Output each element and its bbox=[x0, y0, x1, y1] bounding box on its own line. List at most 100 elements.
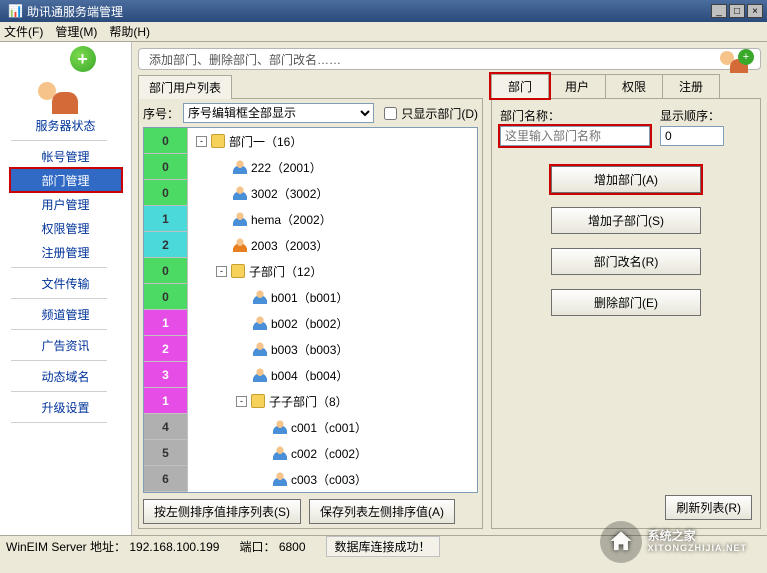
order-cell[interactable]: 1 bbox=[144, 310, 187, 336]
sidebar-item-8[interactable]: 广告资讯 bbox=[11, 334, 121, 356]
tree-node-label: b003（b003） bbox=[271, 341, 348, 358]
tab-reg[interactable]: 注册 bbox=[662, 74, 720, 98]
tree-node[interactable]: b003（b003） bbox=[188, 336, 477, 362]
tree-node-label: c001（c001） bbox=[291, 419, 367, 436]
order-cell[interactable]: 4 bbox=[144, 414, 187, 440]
sidebar-item-1[interactable]: 帐号管理 bbox=[11, 145, 121, 167]
status-bar: WinEIM Server 地址： 192.168.100.199 端口： 68… bbox=[0, 535, 767, 557]
seq-label: 序号： bbox=[143, 105, 179, 122]
tree-node-label: c002（c002） bbox=[291, 445, 367, 462]
order-cell[interactable]: 2 bbox=[144, 232, 187, 258]
order-cell[interactable]: 0 bbox=[144, 154, 187, 180]
tab-user[interactable]: 用户 bbox=[548, 74, 606, 98]
user-icon bbox=[273, 446, 287, 460]
tree-node[interactable]: - 部门一（16） bbox=[188, 128, 477, 154]
add-sub-dept-button[interactable]: 增加子部门(S) bbox=[551, 207, 701, 234]
menu-file[interactable]: 文件(F) bbox=[4, 23, 43, 40]
only-dept-checkbox[interactable] bbox=[384, 107, 397, 120]
dept-name-label: 部门名称： bbox=[500, 107, 650, 124]
tree-node-label: 子子部门（8） bbox=[269, 393, 348, 410]
folder-icon bbox=[231, 264, 245, 278]
banner-text: 添加部门、删除部门、部门改名…… bbox=[149, 51, 341, 68]
sidebar-item-7[interactable]: 频道管理 bbox=[11, 303, 121, 325]
refresh-list-button[interactable]: 刷新列表(R) bbox=[665, 495, 752, 520]
sidebar-item-3[interactable]: 用户管理 bbox=[11, 193, 121, 215]
user-icon bbox=[233, 212, 247, 226]
banner-user-add-icon: + bbox=[720, 51, 752, 68]
tree-node[interactable]: 2003（2003） bbox=[188, 232, 477, 258]
left-pane: 部门用户列表 序号： 序号编辑框全部显示 只显示部门(D) 0001200123… bbox=[138, 74, 483, 529]
order-cell[interactable]: 3 bbox=[144, 362, 187, 388]
tree-node[interactable]: b002（b002） bbox=[188, 310, 477, 336]
sidebar-item-10[interactable]: 升级设置 bbox=[11, 396, 121, 418]
status-port-label: 端口： bbox=[239, 540, 275, 554]
close-button[interactable]: × bbox=[747, 4, 763, 18]
tree-toggle-icon[interactable]: - bbox=[216, 266, 227, 277]
sidebar-item-9[interactable]: 动态域名 bbox=[11, 365, 121, 387]
delete-dept-button[interactable]: 删除部门(E) bbox=[551, 289, 701, 316]
status-addr-label: WinEIM Server 地址： bbox=[6, 540, 126, 554]
user-icon bbox=[233, 186, 247, 200]
folder-icon bbox=[251, 394, 265, 408]
tree-node[interactable]: c002（c002） bbox=[188, 440, 477, 466]
display-order-input[interactable] bbox=[660, 126, 724, 146]
menu-manage[interactable]: 管理(M) bbox=[55, 23, 97, 40]
tab-perm[interactable]: 权限 bbox=[605, 74, 663, 98]
order-cell[interactable]: 0 bbox=[144, 180, 187, 206]
menubar: 文件(F) 管理(M) 帮助(H) bbox=[0, 22, 767, 42]
order-cell[interactable]: 0 bbox=[144, 284, 187, 310]
order-cell[interactable]: 1 bbox=[144, 388, 187, 414]
tree-node[interactable]: - 子子部门（8） bbox=[188, 388, 477, 414]
status-addr: 192.168.100.199 bbox=[129, 540, 219, 554]
tree-node-label: 2003（2003） bbox=[251, 237, 328, 254]
order-cell[interactable]: 0 bbox=[144, 258, 187, 284]
order-cell[interactable]: 0 bbox=[144, 128, 187, 154]
tree-node[interactable]: 222（2001） bbox=[188, 154, 477, 180]
sidebar-item-0[interactable]: 服务器状态 bbox=[11, 114, 121, 136]
tree-node-label: b001（b001） bbox=[271, 289, 348, 306]
tab-dept[interactable]: 部门 bbox=[491, 74, 549, 98]
sidebar-add-icon: + bbox=[32, 48, 100, 104]
order-cell[interactable]: 1 bbox=[144, 206, 187, 232]
sidebar-item-2[interactable]: 部门管理 bbox=[11, 169, 121, 191]
tree-node[interactable]: -子部门（12） bbox=[188, 258, 477, 284]
sidebar-item-6[interactable]: 文件传输 bbox=[11, 272, 121, 294]
seq-select[interactable]: 序号编辑框全部显示 bbox=[183, 103, 374, 123]
menu-help[interactable]: 帮助(H) bbox=[109, 23, 150, 40]
minimize-button[interactable]: _ bbox=[711, 4, 727, 18]
order-cell[interactable]: 6 bbox=[144, 466, 187, 492]
sidebar-item-5[interactable]: 注册管理 bbox=[11, 241, 121, 263]
status-db: 数据库连接成功！ bbox=[326, 536, 440, 557]
tree-box: 00012001231456 -部门一（16）222（2001）3002（300… bbox=[143, 127, 478, 493]
user-icon bbox=[233, 238, 247, 252]
tree-toggle-icon[interactable]: - bbox=[236, 396, 247, 407]
tree-node[interactable]: 3002（3002） bbox=[188, 180, 477, 206]
save-left-order-button[interactable]: 保存列表左侧排序值(A) bbox=[309, 499, 455, 524]
titlebar: 📊 助讯通服务端管理 _ □ × bbox=[0, 0, 767, 22]
add-dept-button[interactable]: 增加部门(A) bbox=[551, 166, 701, 193]
order-cell[interactable]: 5 bbox=[144, 440, 187, 466]
tree-node[interactable]: c001（c001） bbox=[188, 414, 477, 440]
folder-icon bbox=[211, 134, 225, 148]
tree-node[interactable]: b004（b004） bbox=[188, 362, 477, 388]
banner: 添加部门、删除部门、部门改名…… + bbox=[138, 48, 761, 70]
tree-node[interactable]: c003（c003） bbox=[188, 466, 477, 492]
tree-node[interactable]: b001（b001） bbox=[188, 284, 477, 310]
sort-by-left-button[interactable]: 按左侧排序值排序列表(S) bbox=[143, 499, 301, 524]
user-icon bbox=[253, 368, 267, 382]
sidebar: + 服务器状态帐号管理部门管理用户管理权限管理注册管理文件传输频道管理广告资讯动… bbox=[0, 42, 132, 535]
rename-dept-button[interactable]: 部门改名(R) bbox=[551, 248, 701, 275]
dept-name-input[interactable] bbox=[500, 126, 650, 146]
user-icon bbox=[273, 420, 287, 434]
tree-node-label: 部门一（16） bbox=[229, 133, 302, 150]
maximize-button[interactable]: □ bbox=[729, 4, 745, 18]
tab-dept-user-list[interactable]: 部门用户列表 bbox=[138, 75, 232, 99]
order-cell[interactable]: 2 bbox=[144, 336, 187, 362]
tree-node[interactable]: hema（2002） bbox=[188, 206, 477, 232]
user-icon bbox=[253, 316, 267, 330]
user-icon bbox=[273, 472, 287, 486]
sidebar-item-4[interactable]: 权限管理 bbox=[11, 217, 121, 239]
tree-node-label: 222（2001） bbox=[251, 159, 322, 176]
tree-node-label: hema（2002） bbox=[251, 211, 332, 228]
tree-toggle-icon[interactable]: - bbox=[196, 136, 207, 147]
